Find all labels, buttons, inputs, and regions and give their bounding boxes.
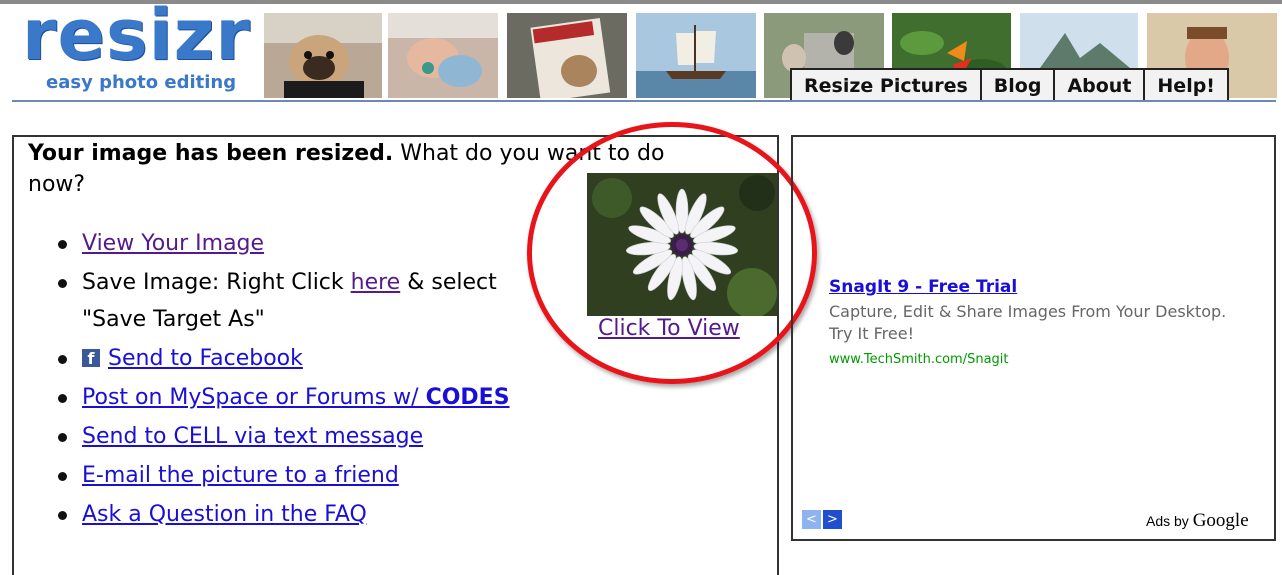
ads-by-google[interactable]: Ads by Google [1146,510,1249,532]
bullet [58,355,67,364]
main-nav: Resize Pictures Blog About Help! [790,68,1229,102]
send-to-cell-link[interactable]: Send to CELL via text message [82,424,423,449]
save-image-text: Save Image: Right Click [82,270,351,295]
list-item: Save Image: Right Click here & select "S… [58,263,510,339]
post-myspace-text: Post on MySpace or Forums w/ [82,385,426,410]
magazine-dog-photo-icon [507,13,627,98]
result-heading: Your image has been resized. [28,141,394,166]
bullet [58,240,67,249]
send-to-facebook-link[interactable]: Send to Facebook [108,346,303,371]
ad-next-icon[interactable]: > [823,510,842,529]
pug-photo-icon [264,13,382,98]
save-target-as-text: "Save Target As" [82,307,265,332]
list-item: f Send to Facebook [58,339,510,378]
options-list: View Your Image Save Image: Right Click … [58,224,510,534]
nav-tab-resize-pictures[interactable]: Resize Pictures [790,68,982,102]
resizr-logo[interactable]: resizr easy photo editing [22,0,258,98]
codes-text: CODES [425,385,510,410]
faq-link[interactable]: Ask a Question in the FAQ [82,502,367,527]
ad-description: Capture, Edit & Share Images From Your D… [829,302,1227,343]
save-here-link[interactable]: here [351,270,401,295]
nav-tab-blog[interactable]: Blog [979,68,1056,102]
header-divider [12,100,1276,102]
bullet [58,394,67,403]
bullet [58,279,67,288]
list-item: E-mail the picture to a friend [58,456,510,495]
email-friend-link[interactable]: E-mail the picture to a friend [82,463,399,488]
list-item: Post on MySpace or Forums w/ CODES [58,378,510,417]
save-image-suffix: & select [400,270,497,295]
sailing-ship-photo-icon [636,13,756,98]
ad-title-link[interactable]: SnagIt 9 - Free Trial [829,277,1017,297]
facebook-icon[interactable]: f [82,349,100,368]
post-myspace-link[interactable]: Post on MySpace or Forums w/ CODES [82,385,510,410]
ad-prev-icon[interactable]: < [802,510,821,529]
bullet [58,472,67,481]
ad-url[interactable]: www.TechSmith.com/Snagit [829,352,1009,367]
baby-photo-icon [388,13,498,98]
logo-wordmark: resizr [22,0,251,76]
nav-tab-help[interactable]: Help! [1143,68,1229,102]
highlight-circle [527,122,817,384]
list-item: View Your Image [58,224,510,263]
view-image-link[interactable]: View Your Image [82,231,264,256]
bullet [58,433,67,442]
list-item: Ask a Question in the FAQ [58,495,510,534]
google-logo-text: Google [1192,510,1249,531]
list-item: Send to CELL via text message [58,417,510,456]
bullet [58,511,67,520]
logo-tagline: easy photo editing [46,72,237,93]
nav-tab-about[interactable]: About [1053,68,1146,102]
ads-by-text: Ads by [1146,513,1189,529]
